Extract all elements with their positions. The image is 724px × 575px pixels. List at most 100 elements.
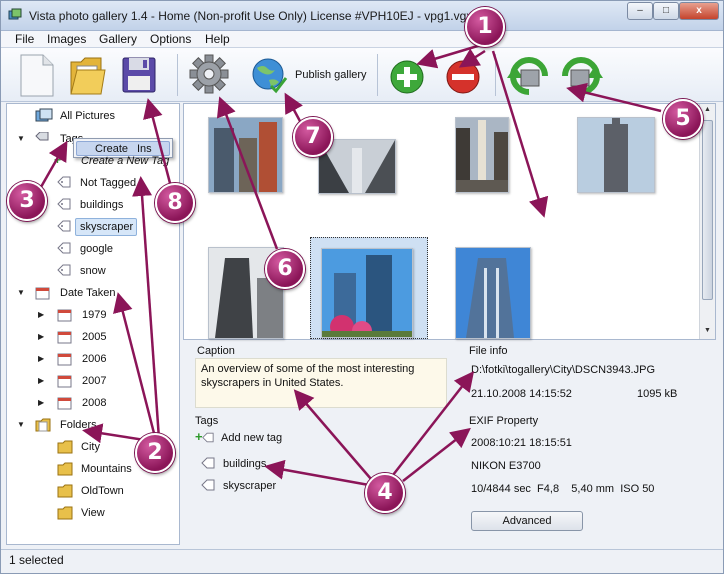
tree-item-folder[interactable]: OldTown [7, 482, 177, 500]
collapse-arrow-icon[interactable]: ▼ [17, 134, 25, 143]
pictures-icon [35, 108, 53, 122]
menu-file[interactable]: File [15, 32, 34, 46]
maximize-button[interactable]: □ [653, 2, 679, 20]
thumbnail [321, 248, 413, 341]
window-title: Vista photo gallery 1.4 - Home (Non-prof… [29, 9, 473, 23]
expand-arrow-icon[interactable]: ▶ [38, 310, 44, 319]
tree-item-folders[interactable]: ▼ Folders [7, 416, 177, 434]
tags-panel-title: Tags [195, 415, 219, 427]
minimize-button[interactable]: – [627, 2, 653, 20]
thumbnail[interactable] [577, 117, 655, 193]
tree-item-label: snow [80, 265, 106, 277]
exif-camera: NIKON E3700 [471, 460, 541, 472]
tree-item-year[interactable]: ▶ 2007 [7, 372, 177, 390]
file-datetime: 21.10.2008 14:15:52 [471, 388, 572, 400]
add-tag-icon: + [54, 153, 62, 167]
scroll-up-icon[interactable]: ▲ [704, 106, 711, 113]
settings-gear-icon[interactable] [187, 52, 231, 98]
scroll-thumb[interactable] [702, 120, 713, 300]
thumbnail-image [322, 249, 412, 341]
expand-arrow-icon[interactable]: ▶ [38, 332, 44, 341]
calendar-icon [35, 287, 50, 300]
globe-icon [252, 58, 288, 94]
exif-datetime: 2008:10:21 18:15:51 [471, 437, 572, 449]
collapse-arrow-icon[interactable]: ▼ [17, 420, 25, 429]
callout-badge: 4 [365, 473, 405, 513]
tree-item-label: Create a New Tag [81, 155, 170, 167]
exif-title: EXIF Property [469, 415, 539, 427]
menu-help[interactable]: Help [205, 32, 230, 46]
tree-item-label: Not Tagged [80, 177, 137, 189]
new-gallery-icon[interactable] [17, 52, 57, 98]
calendar-icon [57, 309, 72, 322]
thumbnail[interactable] [455, 247, 531, 339]
app-icon [8, 8, 22, 20]
navigation-tree: All Pictures ▼ Tags Create Ins + Create … [6, 103, 180, 545]
tree-item-year[interactable]: ▶ 1979 [7, 306, 177, 324]
callout-badge: 1 [465, 7, 505, 47]
caption-title: Caption [197, 345, 235, 357]
callout-badge: 7 [293, 117, 333, 157]
title-bar[interactable]: Vista photo gallery 1.4 - Home (Non-prof… [1, 1, 723, 31]
menu-images[interactable]: Images [47, 32, 86, 46]
toolbar-separator [377, 54, 378, 96]
tree-item-label: 2007 [82, 375, 107, 387]
publish-gallery-button[interactable]: Publish gallery [249, 54, 371, 96]
tree-item-date-taken[interactable]: ▼ Date Taken [7, 284, 177, 302]
menu-options[interactable]: Options [150, 32, 191, 46]
status-bar: 1 selected [1, 549, 723, 573]
tree-item-tag-selected[interactable]: skyscraper [7, 218, 177, 236]
tag-icon [57, 264, 71, 276]
tree-item-tag[interactable]: google [7, 240, 177, 258]
rotate-right-icon[interactable] [557, 52, 605, 98]
add-new-tag-label: Add new tag [221, 432, 283, 444]
tag-icon [202, 432, 214, 443]
tree-item-create-tag[interactable]: + Create a New Tag [7, 152, 177, 170]
calendar-icon [57, 331, 72, 344]
callout-badge: 5 [663, 99, 703, 139]
collapse-arrow-icon[interactable]: ▼ [17, 288, 25, 297]
tree-item-year[interactable]: ▶ 2006 [7, 350, 177, 368]
file-path: D:\fotki\togallery\City\DSCN3943.JPG [471, 364, 656, 376]
folder-icon [57, 440, 73, 454]
rotate-left-icon[interactable] [505, 52, 553, 98]
menu-gallery[interactable]: Gallery [99, 32, 137, 46]
app-window: Vista photo gallery 1.4 - Home (Non-prof… [0, 0, 724, 574]
thumbnail-image [319, 140, 395, 193]
expand-arrow-icon[interactable]: ▶ [38, 354, 44, 363]
tag-icon [57, 220, 71, 232]
add-new-tag-button[interactable]: + Add new tag [195, 429, 315, 447]
file-info-title: File info [469, 345, 508, 357]
toolbar-separator [177, 54, 178, 96]
tree-item-folder[interactable]: View [7, 504, 177, 522]
folder-icon [57, 484, 73, 498]
open-gallery-icon[interactable] [67, 52, 107, 98]
thumbnail-image [456, 248, 530, 338]
save-gallery-icon[interactable] [119, 52, 159, 98]
folder-icon [57, 462, 73, 476]
status-text: 1 selected [9, 553, 64, 567]
assigned-tag[interactable]: skyscraper [201, 477, 301, 495]
thumbnail[interactable] [208, 117, 283, 193]
tree-item-label: buildings [80, 199, 124, 211]
tree-item-label: City [81, 441, 100, 453]
tree-item-label: Date Taken [60, 287, 116, 299]
advanced-button[interactable]: Advanced [471, 511, 583, 531]
file-size: 1095 kB [637, 388, 678, 400]
assigned-tag[interactable]: buildings [201, 455, 301, 473]
caption-textarea[interactable]: An overview of some of the most interest… [195, 358, 447, 408]
add-images-icon[interactable] [385, 52, 429, 98]
vertical-scrollbar[interactable]: ▲ ▼ [699, 104, 715, 339]
tree-item-tag[interactable]: snow [7, 262, 177, 280]
calendar-icon [57, 353, 72, 366]
expand-arrow-icon[interactable]: ▶ [38, 398, 44, 407]
tree-item-all-pictures[interactable]: All Pictures [7, 107, 177, 125]
close-button[interactable]: x [679, 2, 719, 20]
thumbnail-selected-frame[interactable] [310, 237, 428, 341]
remove-images-icon[interactable] [441, 52, 485, 98]
tree-item-year[interactable]: ▶ 2008 [7, 394, 177, 412]
expand-arrow-icon[interactable]: ▶ [38, 376, 44, 385]
thumbnail[interactable] [455, 117, 509, 193]
scroll-down-icon[interactable]: ▼ [704, 327, 711, 334]
tree-item-year[interactable]: ▶ 2005 [7, 328, 177, 346]
